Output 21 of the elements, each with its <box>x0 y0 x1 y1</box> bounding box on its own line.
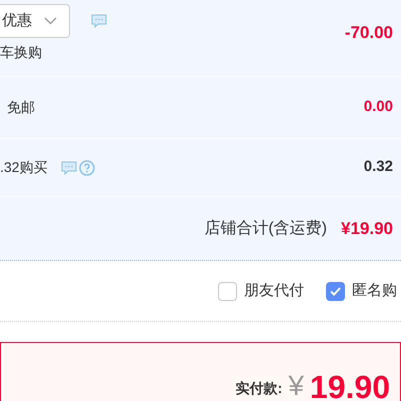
check-icon <box>330 286 341 296</box>
currency-sign: ¥ <box>288 372 304 400</box>
item-label: .32购买 <box>0 158 48 177</box>
help-icon[interactable] <box>79 160 96 176</box>
shop-total-label: 店铺合计(含运费) <box>204 220 327 236</box>
note-text: 车换购 <box>0 43 43 62</box>
amount: ¥19.90 <box>341 218 393 240</box>
amount: -70.00 <box>344 22 393 44</box>
discount-dropdown[interactable]: 优惠 <box>0 4 70 38</box>
payment-amount: 19.90 <box>310 371 390 401</box>
chat-icon[interactable] <box>61 160 78 174</box>
item-label: 免邮 <box>6 98 35 117</box>
amount: 0.00 <box>364 97 393 118</box>
option-label: 匿名购 <box>352 280 397 301</box>
chat-icon[interactable] <box>91 14 107 28</box>
checkbox[interactable] <box>218 282 237 300</box>
checkbox[interactable] <box>326 282 345 300</box>
option-label: 朋友代付 <box>244 280 304 301</box>
amount: 0.32 <box>364 157 393 178</box>
payment-label: 实付款: <box>236 379 282 398</box>
chevron-down-icon <box>44 17 57 25</box>
